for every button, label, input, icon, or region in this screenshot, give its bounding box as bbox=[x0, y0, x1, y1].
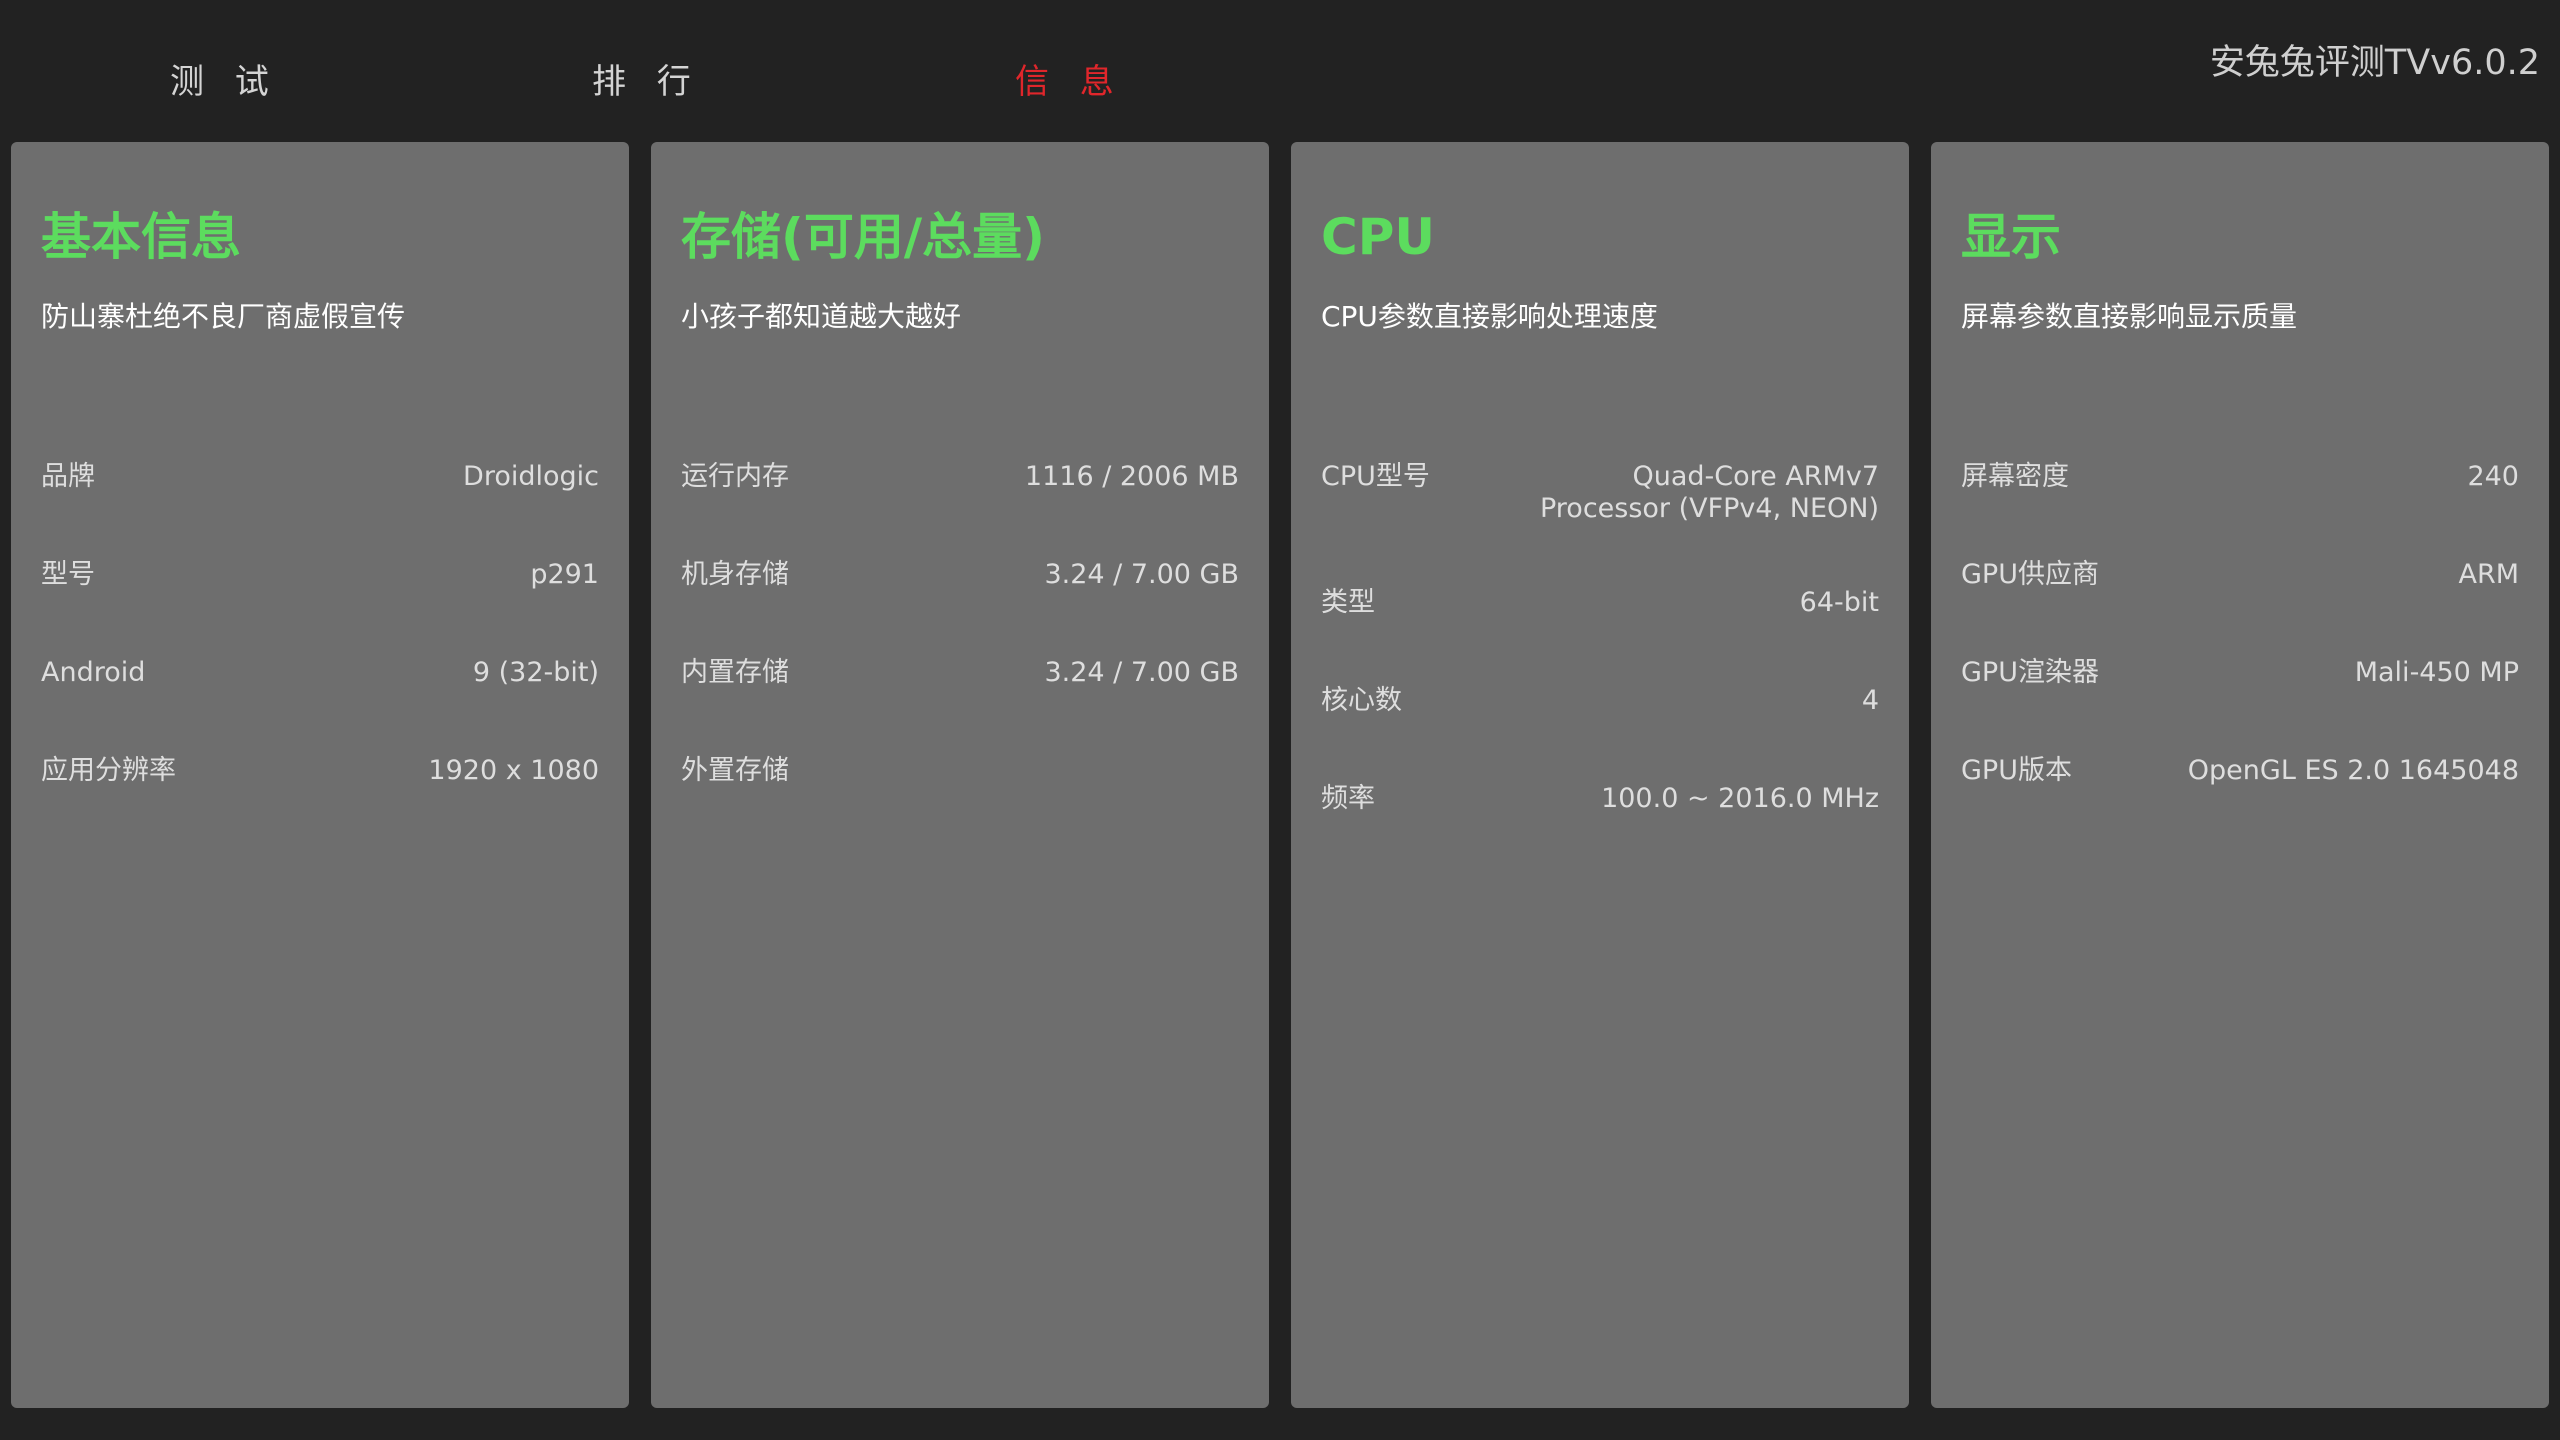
info-row-frequency: 频率 100.0 ~ 2016.0 MHz bbox=[1321, 779, 1879, 819]
row-value: 1920 x 1080 bbox=[428, 755, 599, 786]
card-display: 显示 屏幕参数直接影响显示质量 屏幕密度 240 GPU供应商 ARM GPU渲… bbox=[1931, 142, 2549, 1408]
info-list: 品牌 Droidlogic 型号 p291 Android 9 (32-bit)… bbox=[41, 457, 599, 849]
card-subtitle: CPU参数直接影响处理速度 bbox=[1321, 300, 1658, 333]
row-value: 9 (32-bit) bbox=[472, 657, 599, 688]
info-row-ram: 运行内存 1116 / 2006 MB bbox=[681, 457, 1239, 497]
card-title: CPU bbox=[1321, 208, 1435, 266]
row-label: 类型 bbox=[1321, 587, 1375, 618]
info-row-gpu-vendor: GPU供应商 ARM bbox=[1961, 555, 2519, 595]
top-bar: 测 试 排 行 信 息 安兔兔评测TVv6.0.2 bbox=[0, 0, 2560, 142]
tab-ranking[interactable]: 排 行 bbox=[592, 52, 701, 112]
card-title: 基本信息 bbox=[41, 208, 241, 266]
info-row-model: 型号 p291 bbox=[41, 555, 599, 595]
info-row-device-storage: 机身存储 3.24 / 7.00 GB bbox=[681, 555, 1239, 595]
card-title: 显示 bbox=[1961, 208, 2061, 266]
info-row-internal-storage: 内置存储 3.24 / 7.00 GB bbox=[681, 653, 1239, 693]
info-row-gpu-version: GPU版本 OpenGL ES 2.0 1645048 bbox=[1961, 751, 2519, 791]
card-basic-info: 基本信息 防山寨杜绝不良厂商虚假宣传 品牌 Droidlogic 型号 p291… bbox=[11, 142, 629, 1408]
row-value: ARM bbox=[2458, 559, 2519, 590]
row-value: Quad-Core ARMv7 Processor (VFPv4, NEON) bbox=[1539, 461, 1879, 524]
row-value: 100.0 ~ 2016.0 MHz bbox=[1601, 783, 1879, 814]
row-value: p291 bbox=[530, 559, 599, 590]
row-label: 机身存储 bbox=[681, 559, 789, 590]
tab-info[interactable]: 信 息 bbox=[1015, 52, 1124, 112]
card-subtitle: 小孩子都知道越大越好 bbox=[681, 300, 962, 333]
info-row-brand: 品牌 Droidlogic bbox=[41, 457, 599, 497]
row-label: CPU型号 bbox=[1321, 461, 1430, 492]
row-label: 品牌 bbox=[41, 461, 95, 492]
info-row-cpu-model: CPU型号 Quad-Core ARMv7 Processor (VFPv4, … bbox=[1321, 457, 1879, 525]
card-subtitle: 防山寨杜绝不良厂商虚假宣传 bbox=[41, 300, 406, 333]
row-label: 内置存储 bbox=[681, 657, 789, 688]
row-label: 核心数 bbox=[1321, 685, 1402, 716]
info-row-cores: 核心数 4 bbox=[1321, 681, 1879, 721]
row-value: OpenGL ES 2.0 1645048 bbox=[2187, 755, 2519, 786]
info-row-screen-density: 屏幕密度 240 bbox=[1961, 457, 2519, 497]
info-list: 运行内存 1116 / 2006 MB 机身存储 3.24 / 7.00 GB … bbox=[681, 457, 1239, 849]
info-row-resolution: 应用分辨率 1920 x 1080 bbox=[41, 751, 599, 791]
info-row-cpu-type: 类型 64-bit bbox=[1321, 583, 1879, 623]
card-cpu: CPU CPU参数直接影响处理速度 CPU型号 Quad-Core ARMv7 … bbox=[1291, 142, 1909, 1408]
row-label: 屏幕密度 bbox=[1961, 461, 2069, 492]
info-list: 屏幕密度 240 GPU供应商 ARM GPU渲染器 Mali-450 MP G… bbox=[1961, 457, 2519, 849]
row-label: GPU版本 bbox=[1961, 755, 2072, 786]
row-label: 应用分辨率 bbox=[41, 755, 176, 786]
info-row-gpu-renderer: GPU渲染器 Mali-450 MP bbox=[1961, 653, 2519, 693]
row-value: Droidlogic bbox=[463, 461, 599, 492]
row-value: 1116 / 2006 MB bbox=[1024, 461, 1239, 492]
row-value: 3.24 / 7.00 GB bbox=[1044, 657, 1239, 688]
row-label: GPU供应商 bbox=[1961, 559, 2099, 590]
row-label: 运行内存 bbox=[681, 461, 789, 492]
tab-test[interactable]: 测 试 bbox=[170, 52, 279, 112]
info-row-android: Android 9 (32-bit) bbox=[41, 653, 599, 693]
info-list: CPU型号 Quad-Core ARMv7 Processor (VFPv4, … bbox=[1321, 457, 1879, 877]
row-label: Android bbox=[41, 657, 146, 688]
row-value: 64-bit bbox=[1799, 587, 1879, 618]
app-title: 安兔兔评测TVv6.0.2 bbox=[2209, 43, 2540, 83]
info-row-external-storage: 外置存储 bbox=[681, 751, 1239, 791]
card-storage: 存储(可用/总量) 小孩子都知道越大越好 运行内存 1116 / 2006 MB… bbox=[651, 142, 1269, 1408]
row-value: 3.24 / 7.00 GB bbox=[1044, 559, 1239, 590]
row-value: 240 bbox=[2467, 461, 2519, 492]
row-label: 外置存储 bbox=[681, 755, 789, 786]
card-subtitle: 屏幕参数直接影响显示质量 bbox=[1961, 300, 2298, 333]
row-label: 频率 bbox=[1321, 783, 1375, 814]
card-title: 存储(可用/总量) bbox=[681, 208, 1045, 266]
row-value: Mali-450 MP bbox=[2354, 657, 2519, 688]
row-value: 4 bbox=[1861, 685, 1879, 716]
row-label: 型号 bbox=[41, 559, 95, 590]
info-cards: 基本信息 防山寨杜绝不良厂商虚假宣传 品牌 Droidlogic 型号 p291… bbox=[0, 142, 2560, 1410]
row-label: GPU渲染器 bbox=[1961, 657, 2099, 688]
